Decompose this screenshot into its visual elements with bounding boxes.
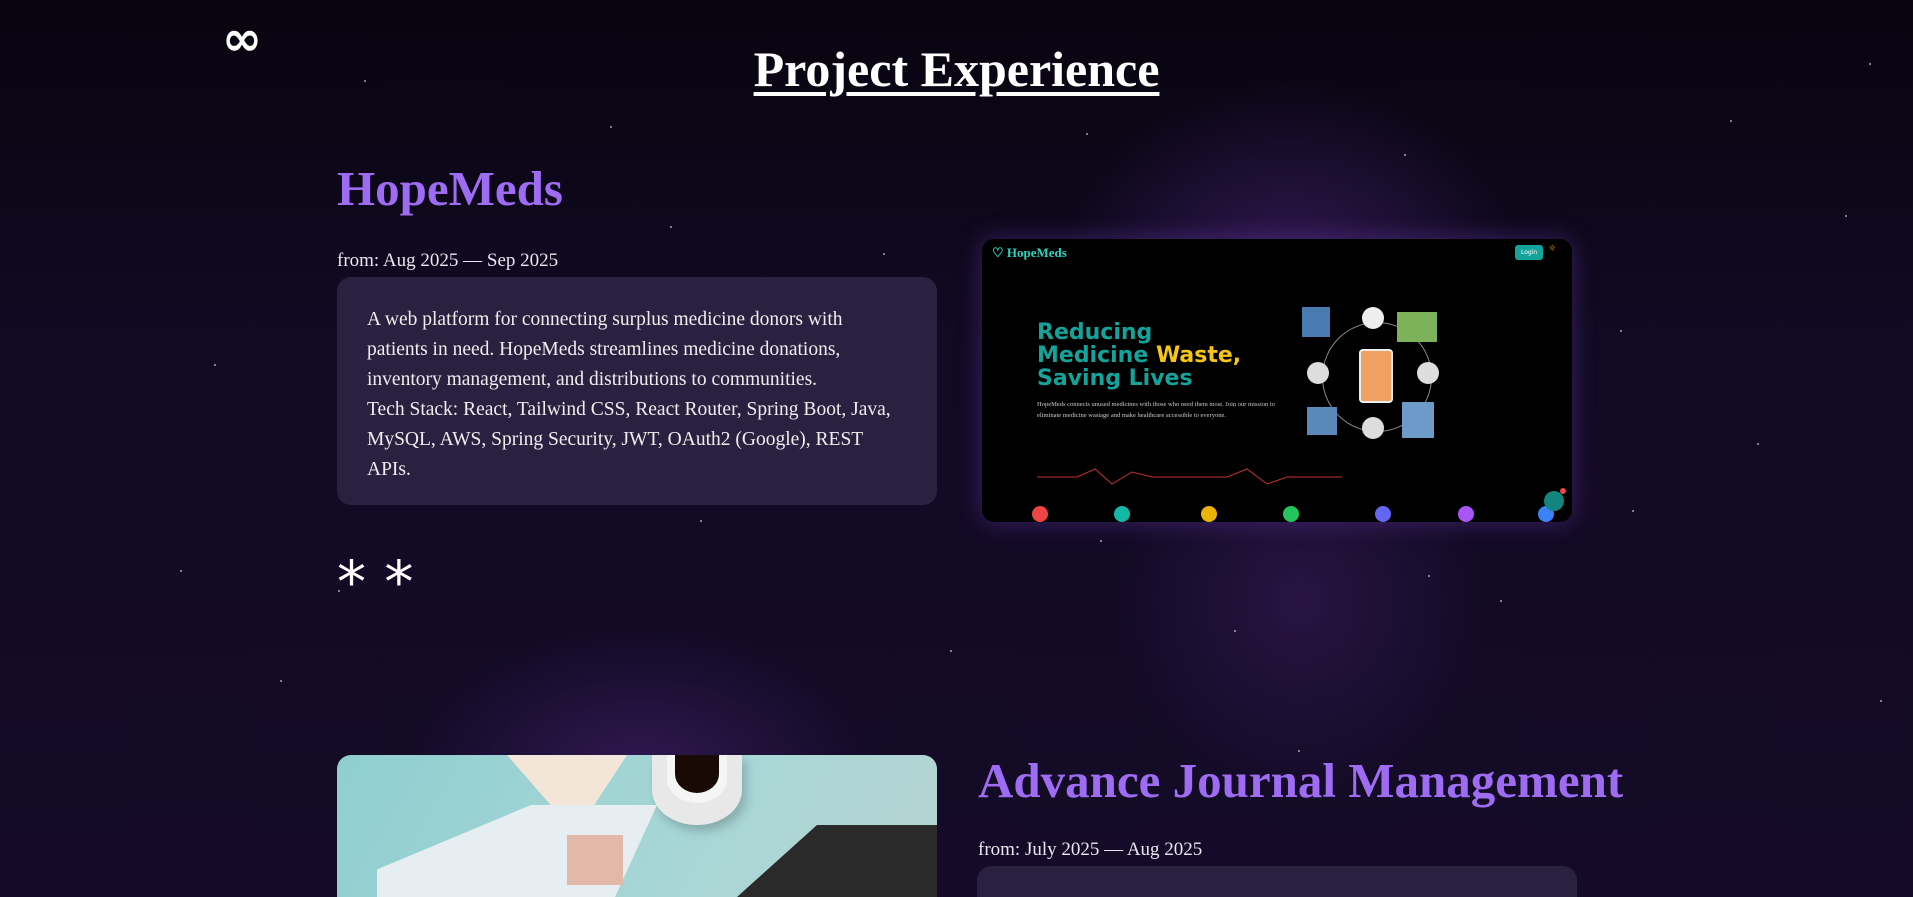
star (1845, 215, 1847, 217)
star (1428, 575, 1430, 577)
star (1086, 133, 1088, 135)
photo-laptop (737, 825, 937, 897)
star (1880, 700, 1882, 702)
star (670, 226, 672, 228)
star (700, 520, 702, 522)
preview-headline: Reducing (1037, 320, 1153, 345)
project-preview-image[interactable] (337, 755, 937, 897)
project-description: A web platform for connecting surplus me… (367, 309, 843, 390)
project-description-card: A web platform for connecting surplus me… (337, 277, 937, 505)
star (1757, 443, 1759, 445)
preview-subtext: HopeMeds connects unused medicines with … (1037, 401, 1275, 419)
project-date: from: July 2025 — Aug 2025 (978, 839, 1203, 860)
sun-icon: ☼ (1548, 244, 1557, 254)
preview-headline-highlight: Waste, (1155, 343, 1242, 368)
star (280, 680, 282, 682)
star (883, 253, 885, 255)
star (1234, 630, 1236, 632)
preview-login-button: Login (1515, 245, 1544, 260)
project-description-card (977, 866, 1577, 897)
star (610, 126, 612, 128)
chat-icon (1544, 491, 1564, 511)
notification-dot (1560, 488, 1566, 494)
project-preview-image[interactable]: ♡ HopeMeds Login ☼ Reducing Medicine Was… (982, 239, 1572, 522)
preview-illustration (1302, 307, 1452, 442)
preview-brand: ♡ HopeMeds (992, 245, 1067, 260)
preview-headline: Saving Lives (1037, 366, 1193, 391)
star (1500, 600, 1502, 602)
page-title: Project Experience (753, 41, 1160, 97)
star (1620, 330, 1622, 332)
project-title: Advance Journal Management (978, 753, 1624, 808)
preview-headline: Medicine (1037, 343, 1156, 368)
photo-notebook-small (507, 755, 627, 810)
project-tech-stack: Tech Stack: React, Tailwind CSS, React R… (367, 399, 891, 480)
heartbeat-line (1037, 468, 1342, 485)
project-date: from: Aug 2025 — Sep 2025 (337, 250, 559, 271)
star (1730, 120, 1732, 122)
photo-sticky-note (567, 835, 623, 885)
star (950, 650, 952, 652)
project-title: HopeMeds (337, 161, 563, 216)
star (1100, 540, 1102, 542)
star (214, 364, 216, 366)
star (1404, 154, 1406, 156)
heart-icon: ♡ (992, 245, 1007, 260)
star (180, 570, 182, 572)
divider-asterisks: * * (337, 548, 414, 616)
star (1632, 510, 1634, 512)
photo-coffee (675, 755, 719, 793)
